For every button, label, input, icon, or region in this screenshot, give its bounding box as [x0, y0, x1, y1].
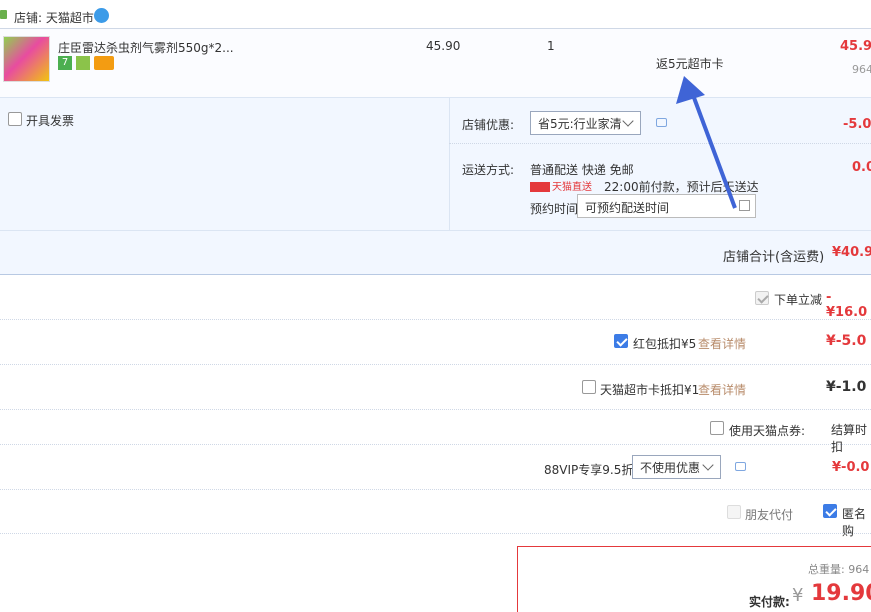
- shipping-method: 普通配送 快递 免邮: [530, 163, 634, 177]
- shipping-amount: 0.0: [852, 160, 871, 175]
- schedule-input[interactable]: 可预约配送时间: [577, 194, 756, 218]
- tmall-7day-icon: 7: [58, 56, 72, 70]
- order-options-panel: 开具发票 店铺优惠: 省5元:行业家清 -5.0 运送方式: 普通配送 快递 免…: [0, 97, 871, 275]
- product-thumbnail[interactable]: [3, 36, 50, 82]
- tmall-cat-icon: [530, 182, 550, 192]
- tmcard-details-link[interactable]: 查看详情: [698, 381, 746, 398]
- tmcard-amount: ¥-1.0: [826, 379, 867, 395]
- guarantee-icon: [76, 56, 90, 70]
- vip-select-value: 不使用优惠: [640, 461, 701, 475]
- total-weight: 总重量: 964: [808, 563, 870, 576]
- vip-label: 88VIP专享9.5折: [544, 463, 634, 477]
- friend-pay-label: 朋友代付: [745, 508, 794, 522]
- points-note: 结算时扣: [831, 423, 868, 454]
- coupon-amount: -5.0: [843, 117, 871, 132]
- divider: [0, 444, 871, 445]
- card-icon: [94, 56, 114, 70]
- quantity: 1: [547, 39, 555, 53]
- chevron-down-icon: [702, 459, 714, 471]
- shop-total-label: 店铺合计(含运费): [723, 250, 825, 265]
- tmall-direct-badge: 天猫直送: [530, 178, 592, 193]
- tmcard-label: 天猫超市卡抵扣¥1: [600, 383, 700, 397]
- tmcard-checkbox[interactable]: [582, 380, 596, 394]
- schedule-label: 预约时间: [530, 202, 579, 216]
- anonymous-label: 匿名购: [842, 507, 867, 538]
- wangwang-icon[interactable]: [94, 8, 109, 23]
- points-checkbox[interactable]: [710, 421, 724, 435]
- schedule-placeholder: 可预约配送时间: [585, 201, 670, 215]
- unit-price: 45.90: [426, 39, 461, 53]
- shop-name[interactable]: 店铺: 天猫超市: [14, 9, 94, 26]
- order-discount-amount: -¥16.0: [826, 290, 868, 320]
- shop-total-amount: ¥40.9: [832, 245, 871, 260]
- divider: [0, 319, 871, 320]
- order-discount-label: 下单立减: [774, 293, 823, 307]
- shipping-desc: 22:00前付款，预计后天送达: [604, 180, 759, 194]
- chevron-down-icon: [622, 115, 634, 127]
- pay-label: 实付款:: [749, 595, 790, 609]
- redpacket-checkbox[interactable]: [614, 334, 628, 348]
- pay-currency: ¥: [792, 585, 804, 606]
- coupon-select-value: 省5元:行业家清: [538, 117, 622, 131]
- shop-icon: [0, 10, 7, 19]
- vip-amount: ¥-0.0: [832, 460, 870, 475]
- item-row: 庄臣雷达杀虫剂气雾剂550g*2... 7 45.90 1 返5元超市卡 45.…: [0, 29, 871, 97]
- inner-divider: [449, 143, 871, 144]
- tmall-direct-text: 天猫直送: [552, 182, 592, 193]
- divider: [0, 364, 871, 365]
- order-discount-checkbox: [755, 291, 769, 305]
- item-total: 45.9: [840, 39, 871, 54]
- invoice-checkbox[interactable]: [8, 112, 22, 126]
- points-label: 使用天猫点券:: [729, 424, 806, 438]
- chat-icon[interactable]: [735, 462, 746, 471]
- pay-amount: 19.90: [811, 581, 871, 606]
- total-row-divider: [0, 230, 871, 231]
- coupon-select[interactable]: 省5元:行业家清: [530, 111, 641, 135]
- divider: [0, 533, 871, 534]
- item-weight: 964: [852, 63, 871, 76]
- product-name[interactable]: 庄臣雷达杀虫剂气雾剂550g*2...: [58, 39, 234, 56]
- divider: [0, 489, 871, 490]
- chat-icon[interactable]: [656, 118, 667, 127]
- friend-pay-checkbox[interactable]: [727, 505, 741, 519]
- calendar-icon[interactable]: [739, 200, 750, 211]
- rebate-note: 返5元超市卡: [656, 57, 724, 71]
- redpacket-amount: ¥-5.0: [826, 333, 867, 349]
- divider: [0, 409, 871, 410]
- coupon-label: 店铺优惠:: [462, 118, 515, 132]
- vip-select[interactable]: 不使用优惠: [632, 455, 721, 479]
- redpacket-label: 红包抵扣¥5: [633, 337, 697, 351]
- shop-header: 店铺: 天猫超市: [0, 6, 871, 26]
- anonymous-checkbox[interactable]: [823, 504, 837, 518]
- shipping-label: 运送方式:: [462, 163, 515, 177]
- redpacket-details-link[interactable]: 查看详情: [698, 335, 746, 352]
- payment-summary-box: 总重量: 964 实付款: ¥ 19.90: [517, 546, 871, 612]
- invoice-label: 开具发票: [26, 114, 75, 128]
